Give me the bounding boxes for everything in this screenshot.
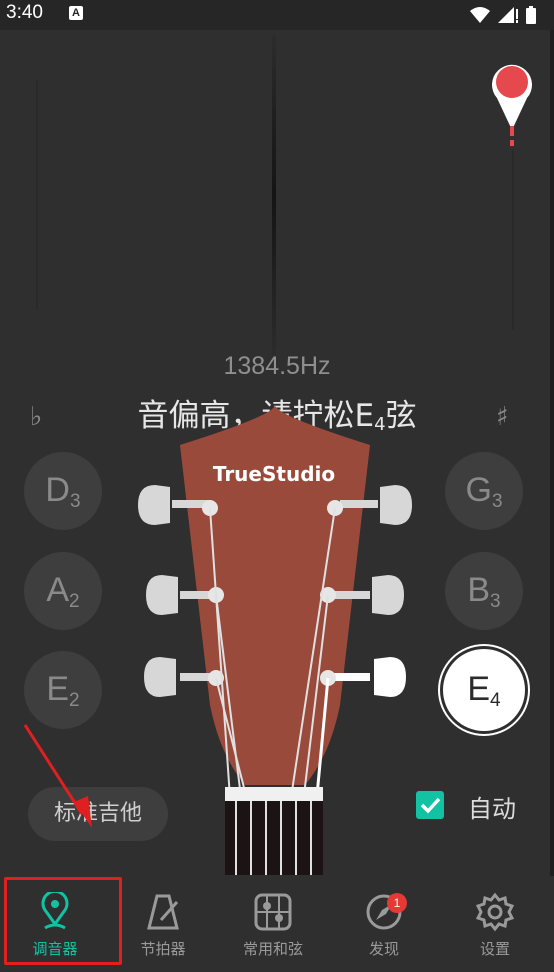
- string-button-e4[interactable]: E4: [443, 649, 525, 731]
- fretboard: [225, 801, 323, 875]
- nav-label-chords: 常用和弦: [242, 940, 303, 958]
- status-icons: [470, 6, 536, 24]
- tuner-meter: [36, 35, 532, 355]
- string-button-g3[interactable]: G3: [445, 452, 523, 530]
- note-octave: 3: [491, 491, 503, 512]
- note-octave: 4: [490, 690, 501, 711]
- gear-icon: [475, 892, 515, 932]
- signal-icon: [498, 7, 518, 23]
- note-octave: 3: [69, 491, 81, 512]
- nav-label-metronome: 节拍器: [140, 940, 186, 958]
- nav-discover[interactable]: 发现: [329, 876, 439, 972]
- auto-checkbox[interactable]: [416, 791, 444, 819]
- nav-chords[interactable]: 常用和弦: [218, 876, 328, 972]
- annotation-highlight-box: [4, 877, 122, 965]
- guitar-headstock: TrueStudio: [138, 405, 412, 875]
- headstock-brand: TrueStudio: [213, 462, 335, 486]
- note-octave: 2: [69, 591, 80, 612]
- flat-symbol: ♭: [30, 402, 43, 432]
- metronome-icon: [147, 894, 179, 930]
- nav-settings[interactable]: 设置: [440, 876, 550, 972]
- pitch-indicator-pin: [491, 64, 532, 146]
- wifi-icon: [470, 7, 490, 23]
- note-letter: E: [467, 670, 491, 708]
- frequency-readout: 1384.5Hz: [223, 352, 331, 380]
- string-button-b3[interactable]: B3: [445, 552, 523, 630]
- auto-label: 自动: [468, 795, 516, 823]
- checkmark-icon: [420, 797, 441, 814]
- status-time: 3:40: [6, 2, 43, 23]
- nav-metronome[interactable]: 节拍器: [108, 876, 218, 972]
- sharp-symbol: ♯: [496, 402, 509, 432]
- meter-line-left: [36, 80, 38, 310]
- notification-badge: 1: [387, 893, 407, 913]
- nav-label-discover: 发现: [368, 940, 399, 958]
- app-notification-icon: A: [69, 6, 83, 20]
- string-button-a2[interactable]: A2: [24, 552, 102, 630]
- guitar-nut: [225, 787, 323, 801]
- note-letter: G: [465, 471, 492, 509]
- note-letter: B: [467, 571, 491, 609]
- annotation-arrow: [23, 724, 92, 828]
- note-letter: A: [46, 571, 70, 609]
- center-needle: [272, 35, 276, 355]
- string-button-e2[interactable]: E2: [24, 651, 102, 729]
- chord-grid-icon: [254, 893, 292, 931]
- note-letter: E: [46, 670, 70, 708]
- note-octave: 2: [69, 690, 80, 711]
- meter-line-right: [512, 150, 514, 330]
- status-bar: 3:40 A: [0, 0, 554, 30]
- string-button-d3[interactable]: D3: [24, 452, 102, 530]
- battery-icon: [526, 6, 536, 24]
- note-octave: 3: [490, 591, 501, 612]
- nav-label-settings: 设置: [479, 940, 510, 958]
- note-letter: D: [45, 471, 70, 509]
